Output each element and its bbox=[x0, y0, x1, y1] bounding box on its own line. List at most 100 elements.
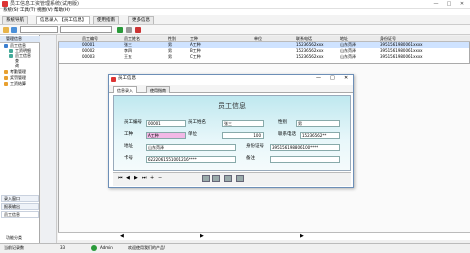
col-phone[interactable]: 联系电话 bbox=[296, 37, 312, 41]
table-cell[interactable]: B工种 bbox=[190, 49, 201, 53]
dialog-close-button[interactable]: ✕ bbox=[344, 76, 348, 81]
table-cell[interactable]: 3951561980061xxxx bbox=[380, 55, 423, 59]
col-unit[interactable]: 单位 bbox=[254, 37, 262, 41]
menu-view[interactable]: 视图(V) bbox=[37, 8, 53, 14]
dialog-tab-guide[interactable]: 使用指南 bbox=[146, 86, 170, 93]
table-cell[interactable]: C工种 bbox=[190, 55, 201, 59]
table-cell[interactable]: 15236562xxx bbox=[296, 55, 323, 59]
dialog-app-icon bbox=[111, 77, 116, 82]
first-record-icon[interactable]: ◀ bbox=[120, 234, 124, 239]
gender-label: 性别 bbox=[278, 120, 287, 125]
minimize-button[interactable]: — bbox=[430, 1, 442, 8]
search-combo[interactable] bbox=[20, 26, 58, 33]
table-cell[interactable]: 3951561980061xxxx bbox=[380, 43, 423, 47]
job-field[interactable]: A工种 bbox=[146, 132, 186, 139]
col-job[interactable]: 工种 bbox=[190, 37, 198, 41]
table-cell[interactable]: A工种 bbox=[190, 43, 201, 47]
nav-header-label: 管理信息 bbox=[6, 36, 22, 41]
close-form-icon[interactable] bbox=[236, 175, 244, 182]
tree-item-reward[interactable]: 奖罚管理 bbox=[10, 76, 26, 80]
dialog-tab-entry[interactable]: 信息录入 bbox=[113, 86, 137, 93]
tab-guide[interactable]: 使用指南 bbox=[93, 16, 119, 24]
run-icon[interactable] bbox=[117, 27, 123, 33]
unit-field[interactable]: 100 bbox=[222, 132, 264, 139]
phone-field[interactable]: 15236562** bbox=[300, 132, 340, 139]
status-bar bbox=[0, 243, 470, 253]
tree-item-attendance[interactable]: 考勤管理 bbox=[10, 70, 26, 74]
folder-icon bbox=[4, 76, 8, 80]
card-field[interactable]: 6222061551001216**** bbox=[146, 156, 236, 163]
save-icon[interactable] bbox=[11, 27, 17, 33]
menu-system[interactable]: 系统(S) bbox=[3, 8, 18, 14]
refresh-icon[interactable] bbox=[126, 27, 132, 33]
preview-icon[interactable] bbox=[212, 175, 220, 182]
table-cell[interactable]: 山东菏泽 bbox=[340, 49, 356, 53]
status-count: 33 bbox=[60, 245, 66, 250]
window-title: 员工信息工资管理系统(试用版) bbox=[10, 1, 79, 7]
table-cell[interactable]: 00002 bbox=[82, 49, 95, 53]
tab-system-nav[interactable]: 系统导航 bbox=[2, 16, 28, 24]
card-label: 卡号 bbox=[124, 156, 133, 161]
table-cell[interactable]: 男 bbox=[168, 49, 172, 53]
table-cell[interactable]: 山东菏泽 bbox=[340, 43, 356, 47]
col-gender[interactable]: 性别 bbox=[168, 37, 176, 41]
folder-icon bbox=[4, 70, 8, 74]
last-record-icon[interactable]: ▶ bbox=[300, 234, 304, 239]
table-cell[interactable]: 15236562xxx bbox=[296, 49, 323, 53]
col-emp-no[interactable]: 员工编号 bbox=[82, 37, 98, 41]
maximize-button[interactable]: □ bbox=[443, 1, 455, 8]
table-cell[interactable]: 李四 bbox=[124, 49, 132, 53]
tree-item-settlement[interactable]: 工资结算 bbox=[10, 82, 26, 86]
file-icon bbox=[9, 54, 13, 58]
app-icon bbox=[2, 1, 8, 7]
tree-item-query-2[interactable]: 询 bbox=[15, 64, 19, 68]
close-button[interactable]: ✕ bbox=[456, 1, 468, 8]
tab-info-entry[interactable]: 信息录入 【员工信息】 bbox=[36, 16, 91, 24]
nav-button-label: 员工信息 bbox=[4, 212, 20, 217]
table-cell[interactable]: 张三 bbox=[124, 43, 132, 47]
table-cell[interactable]: 男 bbox=[168, 55, 172, 59]
col-id[interactable]: 身份证号 bbox=[380, 37, 396, 41]
folder-icon bbox=[4, 44, 8, 48]
nav-button-report[interactable]: 报表输出 bbox=[1, 203, 39, 210]
tab-more[interactable]: 更多信息 bbox=[128, 16, 154, 24]
prev-record-icon[interactable]: ◀ bbox=[126, 176, 130, 181]
next-record-icon[interactable]: ▶ bbox=[200, 234, 204, 239]
emp-name-field[interactable]: 张三 bbox=[222, 120, 264, 127]
menu-help[interactable]: 帮助(H) bbox=[54, 8, 70, 14]
addr-field[interactable]: 山东菏泽 bbox=[146, 144, 236, 151]
job-label: 工种 bbox=[124, 132, 133, 137]
dialog-minimize-button[interactable]: — bbox=[316, 76, 321, 81]
note-field[interactable] bbox=[270, 156, 340, 163]
export-icon[interactable] bbox=[224, 175, 232, 182]
table-cell[interactable]: 王五 bbox=[124, 55, 132, 59]
edit-icon[interactable] bbox=[3, 27, 9, 33]
tab-label: 使用指南 bbox=[97, 18, 115, 23]
filter-combo[interactable] bbox=[60, 26, 112, 33]
table-cell[interactable]: 3951561980061xxxx bbox=[380, 49, 423, 53]
add-record-icon[interactable]: + bbox=[150, 176, 154, 181]
id-field[interactable]: 395156198806100**** bbox=[270, 144, 340, 151]
print-icon[interactable] bbox=[202, 175, 210, 182]
side-strip bbox=[41, 35, 57, 243]
folder-icon bbox=[4, 82, 8, 86]
delete-icon[interactable] bbox=[135, 27, 141, 33]
table-cell[interactable]: 00003 bbox=[82, 55, 95, 59]
last-record-icon[interactable]: ⏭ bbox=[142, 176, 147, 181]
status-user: Admin bbox=[100, 245, 113, 250]
gender-select[interactable]: 男 bbox=[296, 120, 340, 127]
next-record-icon[interactable]: ▶ bbox=[134, 176, 138, 181]
table-cell[interactable]: 00001 bbox=[82, 43, 95, 47]
table-cell[interactable]: 15236562xxx bbox=[296, 43, 323, 47]
emp-no-field[interactable]: 00001 bbox=[146, 120, 186, 127]
dialog-maximize-button[interactable]: □ bbox=[330, 76, 335, 81]
table-cell[interactable]: 山东菏泽 bbox=[340, 55, 356, 59]
col-address[interactable]: 地址 bbox=[340, 37, 348, 41]
nav-button-entry[interactable]: 录入窗口 bbox=[1, 195, 39, 202]
first-record-icon[interactable]: ⏮ bbox=[118, 176, 123, 181]
menu-tools[interactable]: 工具(T) bbox=[20, 8, 35, 14]
nav-button-employee[interactable]: 员工信息 bbox=[1, 211, 39, 218]
table-cell[interactable]: 男 bbox=[168, 43, 172, 47]
col-emp-name[interactable]: 员工姓名 bbox=[124, 37, 140, 41]
delete-record-icon[interactable]: − bbox=[158, 176, 162, 181]
